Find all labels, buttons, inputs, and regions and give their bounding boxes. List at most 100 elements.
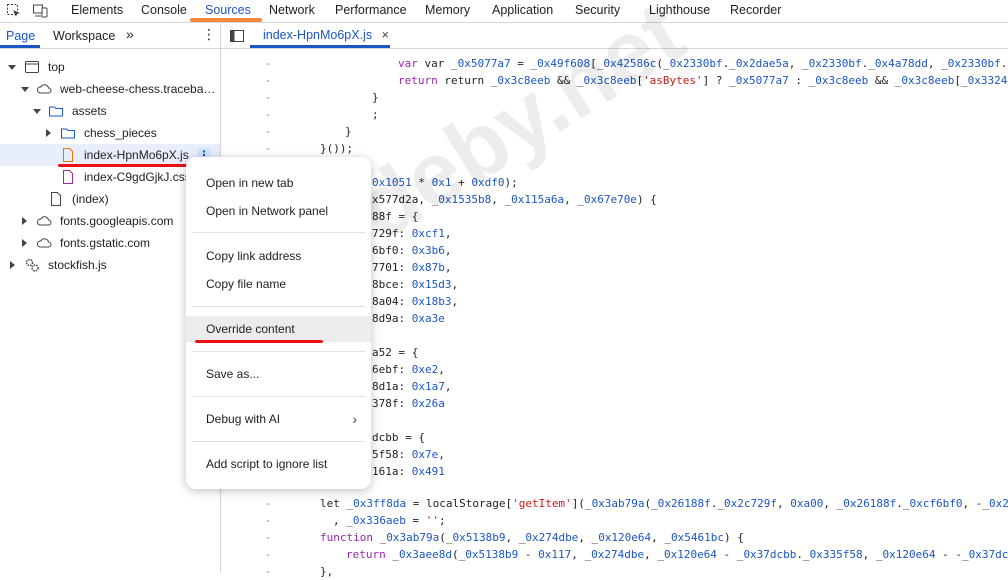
tab-sources[interactable]: Sources bbox=[205, 3, 251, 17]
close-tab-icon[interactable]: × bbox=[382, 28, 389, 42]
code-text: let _0x3ff8da = localStorage[ bbox=[320, 497, 512, 510]
code-number: 0x26a bbox=[412, 397, 445, 410]
code-line: 8bce: 0x15d3, bbox=[372, 276, 1008, 293]
tab-memory[interactable]: Memory bbox=[425, 3, 470, 17]
code-text: ](_0x3ab79a(_0x26188f._0x2c729f, 0xa00, … bbox=[572, 497, 1008, 510]
code-number: 0x26188f bbox=[658, 497, 711, 510]
code-keyword: function bbox=[320, 531, 373, 544]
js-file-icon bbox=[60, 147, 76, 163]
menu-item-override-content[interactable]: Override content bbox=[186, 316, 371, 342]
document-icon bbox=[48, 191, 64, 207]
menu-item-ignore-list[interactable]: Add script to ignore list bbox=[186, 451, 371, 477]
tree-label: index-C9gdGjkJ.css bbox=[84, 166, 191, 188]
code-line: 6ebf: 0xe2, bbox=[372, 361, 1008, 378]
code-number: 0x3b6 bbox=[412, 244, 445, 257]
devtools-toolbar: Elements Console Sources Network Perform… bbox=[0, 0, 1008, 23]
editor-tab-label: index-HpnMo6pX.js bbox=[263, 28, 372, 42]
menu-item-copy-file-name[interactable]: Copy file name bbox=[186, 271, 371, 297]
collapsed-arrow-icon[interactable] bbox=[22, 217, 27, 225]
code-line: }()); bbox=[320, 140, 1008, 157]
tab-elements[interactable]: Elements bbox=[71, 3, 123, 17]
submenu-chevron-icon: › bbox=[352, 406, 357, 432]
menu-item-label: Open in Network panel bbox=[206, 198, 328, 224]
code-number: 0x1 bbox=[432, 176, 452, 189]
code-number: 0x491 bbox=[412, 465, 445, 478]
code-keyword: return bbox=[346, 548, 386, 561]
tab-workspace[interactable]: Workspace bbox=[53, 29, 115, 43]
tree-item-top[interactable]: top bbox=[0, 56, 220, 78]
collapsed-arrow-icon[interactable] bbox=[46, 129, 51, 137]
code-number: 0x3ab79a bbox=[386, 531, 439, 544]
tree-item-chess-pieces[interactable]: chess_pieces bbox=[0, 122, 220, 144]
expand-arrow-icon[interactable] bbox=[33, 109, 41, 114]
toggle-navigator-icon[interactable] bbox=[229, 28, 245, 44]
cloud-icon bbox=[36, 81, 52, 97]
code-number: 0x37dcbb bbox=[743, 548, 796, 561]
inspect-element-icon[interactable] bbox=[6, 3, 22, 19]
code-number: 0xa3e bbox=[412, 312, 445, 325]
frame-icon bbox=[24, 59, 40, 75]
menu-item-open-network-panel[interactable]: Open in Network panel bbox=[186, 198, 371, 224]
gutter-mark: - bbox=[265, 512, 272, 529]
code-number: 0x120e64 bbox=[664, 548, 717, 561]
tab-console[interactable]: Console bbox=[141, 3, 187, 17]
code-line: } bbox=[345, 123, 1008, 140]
code-number: 0x120e64 bbox=[883, 548, 936, 561]
menu-item-open-new-tab[interactable]: Open in new tab bbox=[186, 170, 371, 196]
code-text: ] ? _0x5077a7 : _0x3c8eeb && _0x3c8eeb[_… bbox=[703, 74, 1008, 87]
code-line: 7701: 0x87b, bbox=[372, 259, 1008, 276]
device-toolbar-icon[interactable] bbox=[32, 3, 48, 19]
tab-security[interactable]: Security bbox=[575, 3, 620, 17]
menu-item-save-as[interactable]: Save as... bbox=[186, 361, 371, 387]
gutter-mark: - bbox=[265, 529, 272, 546]
collapsed-arrow-icon[interactable] bbox=[22, 239, 27, 247]
more-tabs-icon[interactable]: » bbox=[126, 26, 134, 42]
code-line: 8a04: 0x18b3, bbox=[372, 293, 1008, 310]
collapsed-arrow-icon[interactable] bbox=[10, 261, 15, 269]
active-tab-highlight bbox=[190, 18, 262, 22]
tree-label: chess_pieces bbox=[84, 122, 157, 144]
code-number: 0x3c8eeb bbox=[815, 74, 868, 87]
code-text: 5f58: 0x7e, bbox=[372, 448, 445, 461]
tab-page[interactable]: Page bbox=[6, 29, 35, 43]
gutter-mark: - bbox=[265, 123, 272, 140]
tree-label: assets bbox=[72, 100, 107, 122]
code-number: 0x2c729f bbox=[724, 497, 777, 510]
tree-label: stockfish.js bbox=[48, 254, 107, 276]
code-text: }, bbox=[320, 565, 333, 578]
code-line: 88f = { bbox=[372, 208, 1008, 225]
tree-item-assets[interactable]: assets bbox=[0, 100, 220, 122]
tab-network[interactable]: Network bbox=[269, 3, 315, 17]
code-number: 0xe2 bbox=[412, 363, 439, 376]
code-text: 7701: 0x87b, bbox=[372, 261, 452, 274]
code-text: ; bbox=[439, 514, 446, 527]
code-text: , _0x336aeb = bbox=[333, 514, 426, 527]
menu-item-label: Override content bbox=[206, 316, 295, 342]
folder-icon bbox=[48, 103, 64, 119]
tree-item-origin[interactable]: web-cheese-chess.traceba… bbox=[0, 78, 220, 100]
code-number: 0x67e70e bbox=[584, 193, 637, 206]
menu-item-copy-link[interactable]: Copy link address bbox=[186, 243, 371, 269]
tab-application[interactable]: Application bbox=[492, 3, 553, 17]
code-number: 0x7e bbox=[412, 448, 439, 461]
code-line: var var _0x5077a7 = _0x49f608[_0x42586c(… bbox=[398, 55, 1008, 72]
code-number: 0x335f58 bbox=[810, 548, 863, 561]
more-options-icon[interactable]: ⋮ bbox=[202, 26, 216, 43]
code-number: 0x1535b8 bbox=[438, 193, 491, 206]
expand-arrow-icon[interactable] bbox=[8, 65, 16, 70]
tab-lighthouse[interactable]: Lighthouse bbox=[649, 3, 710, 17]
code-line: } bbox=[372, 89, 1008, 106]
code-number: 0x2330bf bbox=[809, 57, 862, 70]
code-number: 0x5138b9 bbox=[452, 531, 505, 544]
gutter-mark: - bbox=[265, 546, 272, 563]
code-number: 0x336aeb bbox=[353, 514, 406, 527]
gutter-mark: - bbox=[265, 72, 272, 89]
tab-performance[interactable]: Performance bbox=[335, 3, 407, 17]
code-number: 0x117 bbox=[538, 548, 571, 561]
code-number: 0x120e64 bbox=[598, 531, 651, 544]
tab-recorder[interactable]: Recorder bbox=[730, 3, 781, 17]
menu-item-debug-with-ai[interactable]: Debug with AI› bbox=[186, 406, 371, 432]
expand-arrow-icon[interactable] bbox=[21, 87, 29, 92]
code-number: 0x37dc bbox=[969, 548, 1008, 561]
code-number: 0x87b bbox=[412, 261, 445, 274]
